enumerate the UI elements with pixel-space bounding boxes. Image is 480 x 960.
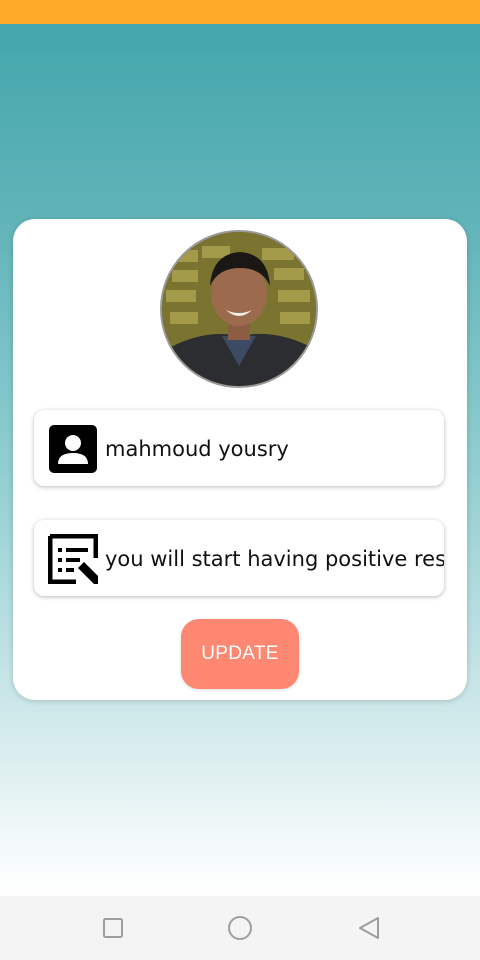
edit-note-icon	[48, 534, 98, 584]
circle-icon[interactable]	[224, 912, 256, 944]
name-field[interactable]: mahmoud yousry	[34, 410, 444, 486]
account-box-icon	[49, 425, 97, 473]
bio-text: you will start having positive resu	[105, 547, 444, 571]
avatar-photo	[162, 232, 316, 386]
navigation-bar	[0, 896, 480, 960]
triangle-back-icon[interactable]	[353, 912, 385, 944]
name-text: mahmoud yousry	[105, 437, 289, 461]
update-button[interactable]: UPDATE	[181, 619, 299, 689]
bio-field[interactable]: you will start having positive resu	[34, 520, 444, 596]
profile-card: mahmoud yousry you will start having pos…	[13, 219, 467, 700]
square-icon[interactable]	[97, 912, 129, 944]
profile-avatar[interactable]	[160, 230, 318, 388]
status-bar	[0, 0, 480, 24]
